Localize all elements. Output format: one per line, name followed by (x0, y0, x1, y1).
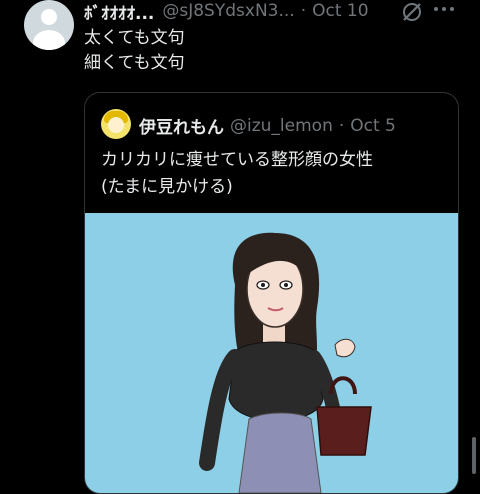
separator-dot: · (300, 1, 307, 21)
grok-icon[interactable] (400, 0, 424, 24)
tweet-date[interactable]: Oct 10 (312, 1, 368, 21)
quoted-author-avatar[interactable] (101, 109, 131, 139)
tweet-header: ﾎﾞｵｵｵｵ... @sJ8SYdsxN3... · Oct 10 (84, 0, 474, 24)
more-icon[interactable] (434, 7, 458, 15)
avatar-face (108, 117, 124, 133)
quoted-tweet-card[interactable]: 伊豆れもん @izu_lemon · Oct 5 カリカリに痩せている整形顔の女… (84, 92, 459, 494)
quoted-tweet-date[interactable]: Oct 5 (350, 116, 396, 136)
scrollbar[interactable] (472, 437, 476, 474)
quoted-tweet-illustration[interactable] (85, 213, 458, 493)
quoted-line-2: (たまに見かける) (101, 177, 233, 197)
woman-illustration (199, 232, 372, 493)
default-avatar-head (41, 9, 57, 25)
quoted-line-1: カリカリに痩せている整形顔の女性 (101, 150, 373, 170)
author-avatar[interactable] (24, 0, 74, 50)
author-name[interactable]: ﾎﾞｵｵｵｵ... (84, 0, 154, 24)
default-avatar-body (33, 30, 65, 50)
quoted-author-name[interactable]: 伊豆れもん (139, 113, 224, 138)
quoted-tweet-text: カリカリに痩せている整形顔の女性 (たまに見かける) (101, 147, 451, 201)
author-handle[interactable]: @sJ8SYdsxN3... (162, 1, 294, 21)
quoted-author-handle[interactable]: @izu_lemon (230, 116, 333, 136)
quoted-separator-dot: · (338, 115, 345, 136)
tweet-line-2: 細くても文句 (84, 53, 185, 73)
quoted-tweet-header: 伊豆れもん @izu_lemon · Oct 5 (139, 113, 396, 139)
tweet-text: 太くても文句 細くても文句 (84, 26, 464, 76)
tweet-line-1: 太くても文句 (84, 28, 185, 48)
